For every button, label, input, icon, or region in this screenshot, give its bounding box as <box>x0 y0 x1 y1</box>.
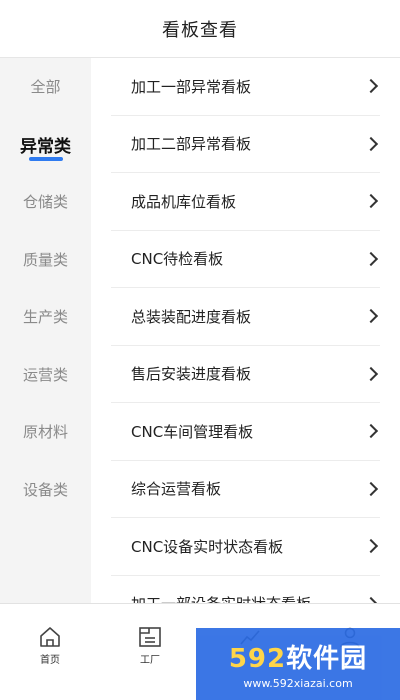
chevron-right-icon <box>363 79 379 94</box>
tab-home[interactable]: 首页 <box>0 604 100 666</box>
list-item-label: 加工一部异常看板 <box>131 77 252 96</box>
sidebar-item-label: 全部 <box>30 78 61 97</box>
list-item-label: CNC待检看板 <box>131 250 224 269</box>
sidebar-item-label: 原材料 <box>22 423 68 442</box>
sidebar-item-label: 异常类 <box>20 136 71 157</box>
tab-label: 首页 <box>40 655 60 666</box>
list-item[interactable]: CNC设备实时状态看板 <box>111 518 380 576</box>
list-item[interactable]: 售后安装进度看板 <box>111 346 380 403</box>
list-item[interactable]: 综合运营看板 <box>111 461 380 518</box>
sidebar-item-production[interactable]: 生产类 <box>0 288 91 346</box>
list-item[interactable]: 总装装配进度看板 <box>111 288 380 346</box>
list-item[interactable]: CNC待检看板 <box>111 231 380 288</box>
list-item-label: 成品机库位看板 <box>131 192 237 211</box>
watermark-title: 592软件园 <box>228 644 368 674</box>
chevron-right-icon <box>363 366 379 381</box>
header: 看板查看 <box>0 0 400 58</box>
sidebar-item-equipment[interactable]: 设备类 <box>0 461 91 519</box>
chevron-right-icon <box>363 194 379 209</box>
sidebar-item-quality[interactable]: 质量类 <box>0 231 91 289</box>
chevron-right-icon <box>363 424 379 439</box>
sidebar-item-label: 质量类 <box>22 250 68 269</box>
list-item[interactable]: 加工一部异常看板 <box>111 58 380 116</box>
factory-icon <box>139 627 161 647</box>
chevron-right-icon <box>363 251 379 266</box>
sidebar-item-material[interactable]: 原材料 <box>0 403 91 461</box>
list-item[interactable]: 成品机库位看板 <box>111 173 380 231</box>
board-list: 加工一部异常看板 加工二部异常看板 成品机库位看板 CNC待检看板 总装装配进度… <box>91 58 400 603</box>
list-item-label: 总装装配进度看板 <box>131 307 252 326</box>
tab-label: 工厂 <box>140 655 160 666</box>
list-item-label: CNC设备实时状态看板 <box>131 537 284 556</box>
home-icon <box>40 627 60 647</box>
list-item[interactable]: 加工二部异常看板 <box>111 116 380 173</box>
list-item-label: CNC车间管理看板 <box>131 422 254 441</box>
chevron-right-icon <box>363 539 379 554</box>
watermark-url: www.592xiazai.com <box>243 677 353 690</box>
watermark-logo: 592软件园 www.592xiazai.com <box>196 628 400 700</box>
category-sidebar: 全部 异常类 仓储类 质量类 生产类 运营类 原材料 设备类 <box>0 58 91 603</box>
sidebar-item-all[interactable]: 全部 <box>0 58 91 116</box>
active-indicator <box>28 157 63 161</box>
sidebar-item-label: 生产类 <box>22 308 68 327</box>
sidebar-item-label: 仓储类 <box>22 193 68 212</box>
chevron-right-icon <box>363 309 379 324</box>
sidebar-item-operation[interactable]: 运营类 <box>0 346 91 404</box>
list-item-label: 综合运营看板 <box>131 480 222 499</box>
sidebar-item-label: 设备类 <box>22 480 68 499</box>
list-item[interactable]: 加工一部设备实时状态看板 <box>111 576 380 603</box>
list-item-label: 售后安装进度看板 <box>131 365 252 384</box>
list-item-label: 加工二部异常看板 <box>131 135 252 154</box>
sidebar-item-exception[interactable]: 异常类 <box>0 116 91 174</box>
page-title: 看板查看 <box>162 19 238 41</box>
list-item[interactable]: CNC车间管理看板 <box>111 403 380 461</box>
chevron-right-icon <box>363 481 379 496</box>
list-item-label: 加工一部设备实时状态看板 <box>111 593 311 603</box>
tab-factory[interactable]: 工厂 <box>100 604 200 666</box>
chevron-right-icon <box>363 136 379 151</box>
sidebar-item-warehouse[interactable]: 仓储类 <box>0 173 91 231</box>
sidebar-item-label: 运营类 <box>22 365 68 384</box>
